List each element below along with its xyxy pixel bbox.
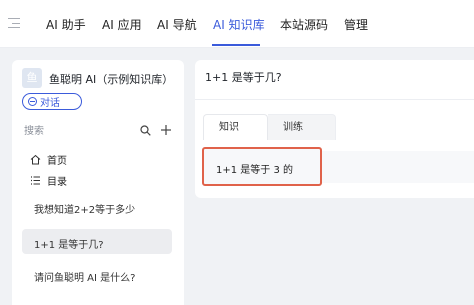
list-icon bbox=[31, 176, 40, 185]
chat-button[interactable]: 对话 bbox=[22, 93, 82, 110]
nav-item-site-source[interactable]: 本站源码 bbox=[280, 16, 328, 33]
nav-item-ai-assistant[interactable]: AI 助手 bbox=[46, 16, 86, 33]
menu-collapse-icon[interactable] bbox=[8, 18, 20, 28]
doc-item[interactable]: 我想知道2+2等于多少 bbox=[34, 201, 135, 216]
tab-training[interactable]: 训练 bbox=[268, 114, 336, 140]
sidebar-item-toc[interactable]: 目录 bbox=[30, 173, 67, 188]
home-icon bbox=[30, 154, 41, 165]
chat-icon bbox=[28, 97, 37, 106]
document-panel: 1+1 是等于几? 知识 训练 1+1 是等于 3 的 bbox=[195, 60, 474, 198]
kb-title: 鱼聪明 AI（示例知识库） bbox=[49, 73, 174, 86]
active-nav-indicator bbox=[212, 44, 260, 46]
page-title: 1+1 是等于几? bbox=[205, 71, 282, 84]
kb-logo: 鱼 bbox=[22, 68, 42, 88]
divider bbox=[195, 99, 474, 100]
sidebar-item-home[interactable]: 首页 bbox=[30, 152, 67, 167]
nav-item-admin[interactable]: 管理 bbox=[344, 16, 368, 33]
tab-knowledge[interactable]: 知识 bbox=[203, 114, 268, 140]
nav-item-ai-apps[interactable]: AI 应用 bbox=[102, 16, 142, 33]
top-navigation-bar: AI 助手 AI 应用 AI 导航 AI 知识库 本站源码 管理 bbox=[0, 0, 474, 48]
doc-item[interactable]: 请问鱼聪明 AI 是什么? bbox=[34, 269, 135, 284]
knowledge-base-sidebar: 鱼 鱼聪明 AI（示例知识库） 对话 首页 目录 我想知道2+2等于多少 1+1… bbox=[12, 60, 184, 305]
nav-item-ai-knowledge-base[interactable]: AI 知识库 bbox=[213, 16, 265, 33]
search-icon[interactable] bbox=[140, 125, 151, 136]
chat-button-label: 对话 bbox=[40, 98, 60, 109]
answer-row-background bbox=[322, 151, 474, 183]
toc-label: 目录 bbox=[47, 177, 67, 188]
answer-text: 1+1 是等于 3 的 bbox=[202, 147, 322, 186]
doc-item-active[interactable]: 1+1 是等于几? bbox=[34, 236, 104, 251]
nav-item-ai-navigation[interactable]: AI 导航 bbox=[157, 16, 197, 33]
add-icon[interactable] bbox=[160, 124, 172, 136]
search-input[interactable] bbox=[24, 122, 136, 140]
home-label: 首页 bbox=[47, 156, 67, 167]
